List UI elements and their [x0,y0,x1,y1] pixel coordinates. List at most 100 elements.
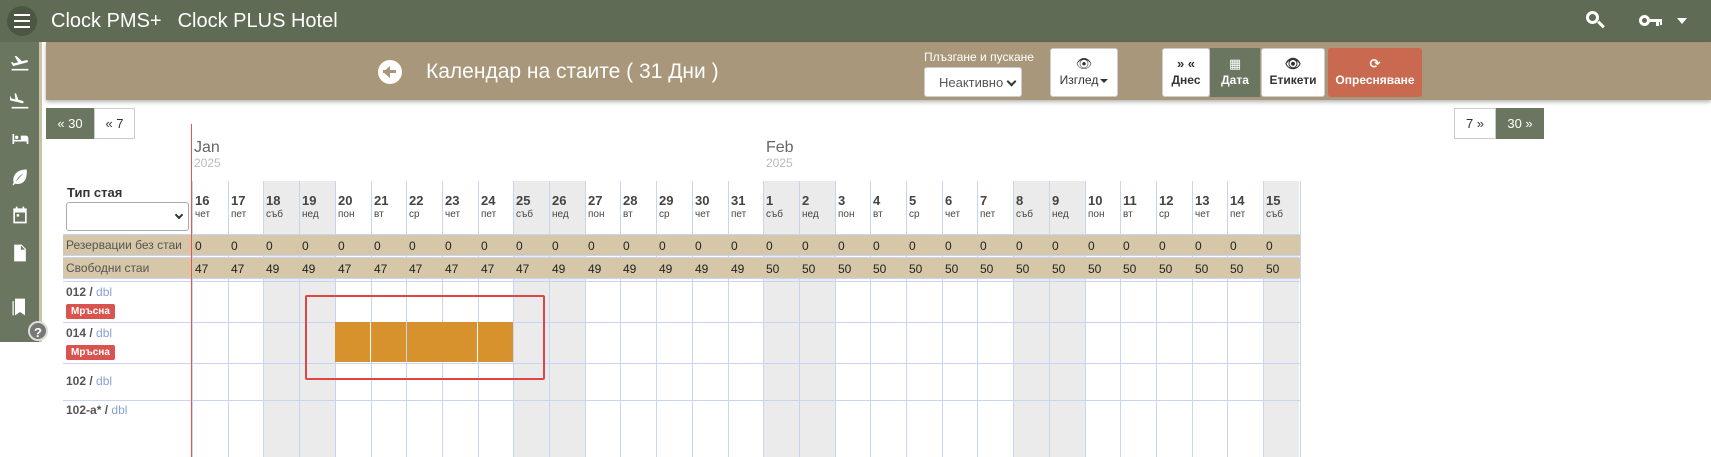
summary-value: 50 [1266,262,1280,276]
calendar-icon[interactable] [0,196,39,234]
summary-value: 50 [838,262,852,276]
search-icon[interactable] [1581,6,1611,36]
day-header: 18 съб [263,193,299,220]
eye-icon: 👁 [1075,56,1093,71]
day-column [728,181,764,457]
key-icon[interactable] [1637,6,1663,36]
weekday-label: пет [481,209,497,220]
drag-drop-label: Плъзгане и пускане [924,50,1034,64]
summary-value: 47 [231,262,245,276]
dirty-status-badge[interactable]: Мръсна [66,345,115,360]
day-number: 9 [1052,193,1060,208]
day-column [620,181,656,457]
weekday-label: нед [302,209,319,220]
departures-icon[interactable] [0,44,39,82]
day-column [1192,181,1228,457]
bookmark-icon[interactable] [0,288,39,326]
day-header: 23 чет [442,193,478,220]
day-number: 30 [695,193,710,208]
room-type[interactable]: dbl [111,403,127,417]
eye-icon: 👁 [1284,56,1302,71]
day-column [763,181,799,457]
dirty-status-badge[interactable]: Мръсна [66,304,115,319]
weekday-label: съб [516,209,533,220]
room-type[interactable]: dbl [96,285,112,299]
weekday-label: пет [731,209,747,220]
summary-value: 0 [302,239,309,253]
day-column [942,181,978,457]
weekday-label: чет [1195,209,1211,220]
day-number: 5 [909,193,917,208]
room-type[interactable]: dbl [96,374,112,388]
weekday-label: съб [766,209,783,220]
summary-value: 0 [1123,239,1130,253]
summary-value: 49 [588,262,602,276]
room-type-select[interactable] [66,202,189,231]
forward-30-button[interactable]: 30 » [1496,108,1544,139]
summary-value: 47 [516,262,530,276]
hotel-title[interactable]: Clock PLUS Hotel [178,10,338,33]
back-arrow-icon[interactable] [378,60,402,84]
leaf-icon[interactable] [0,158,39,196]
summary-value: 0 [231,239,238,253]
today-button[interactable]: » « Днес [1162,48,1210,97]
user-menu-caret-icon[interactable] [1677,18,1687,24]
day-column [1049,181,1085,457]
summary-value: 0 [266,239,273,253]
summary-value: 49 [266,262,280,276]
today-marker-line [191,124,192,457]
summary-value: 0 [445,239,452,253]
summary-value: 47 [445,262,459,276]
room-label[interactable]: 102 / dbl [66,374,112,388]
view-button[interactable]: 👁 Изглед [1050,48,1118,97]
day-column [192,181,228,457]
day-header: 8 съб [1013,193,1049,220]
day-number: 12 [1159,193,1174,208]
drag-drop-select[interactable]: Неактивно [924,67,1022,97]
sidebar [0,42,42,342]
day-number: 19 [302,193,317,208]
day-header: 22 ср [406,193,442,220]
summary-row-label: Свободни стаи [66,261,150,275]
back-30-button[interactable]: « 30 [46,108,94,139]
room-label[interactable]: 014 / dbl [66,326,112,340]
summary-value: 0 [695,239,702,253]
summary-value: 0 [588,239,595,253]
arrivals-icon[interactable] [0,82,39,120]
summary-value: 50 [909,262,923,276]
labels-button[interactable]: 👁 Етикети [1261,48,1325,97]
day-header: 21 вт [371,193,407,220]
refresh-button[interactable]: ⟳ Опресняване [1328,48,1422,97]
room-type[interactable]: dbl [96,326,112,340]
day-header: 9 нед [1049,193,1085,220]
weekday-label: нед [802,209,819,220]
view-button-label: Изглед [1059,73,1099,87]
day-header: 19 нед [299,193,335,220]
app-title: Clock PMS+ [51,9,162,32]
day-number: 17 [231,193,246,208]
day-number: 15 [1266,193,1281,208]
document-icon[interactable] [0,234,39,272]
header-band: Календар на стаите ( 31 Дни ) Плъзгане и… [46,42,1711,100]
date-button[interactable]: ▦ Дата [1210,48,1260,97]
forward-7-button[interactable]: 7 » [1454,108,1496,139]
day-column [549,181,585,457]
day-header: 30 чет [692,193,728,220]
day-column [906,181,942,457]
row-divider [63,281,1300,282]
room-type-label: Тип стая [67,185,123,200]
day-column [1085,181,1121,457]
bed-icon[interactable] [0,120,39,158]
back-7-button[interactable]: « 7 [94,108,135,139]
menu-icon[interactable] [7,6,37,36]
summary-value: 0 [838,239,845,253]
weekday-label: ср [1159,209,1170,220]
day-number: 29 [659,193,674,208]
summary-value: 0 [195,239,202,253]
room-label[interactable]: 102-a* / dbl [66,403,127,417]
summary-value: 0 [945,239,952,253]
help-icon[interactable]: ? [28,321,48,341]
weekday-label: нед [1052,209,1069,220]
day-header: 10 пон [1085,193,1121,220]
room-label[interactable]: 012 / dbl [66,285,112,299]
